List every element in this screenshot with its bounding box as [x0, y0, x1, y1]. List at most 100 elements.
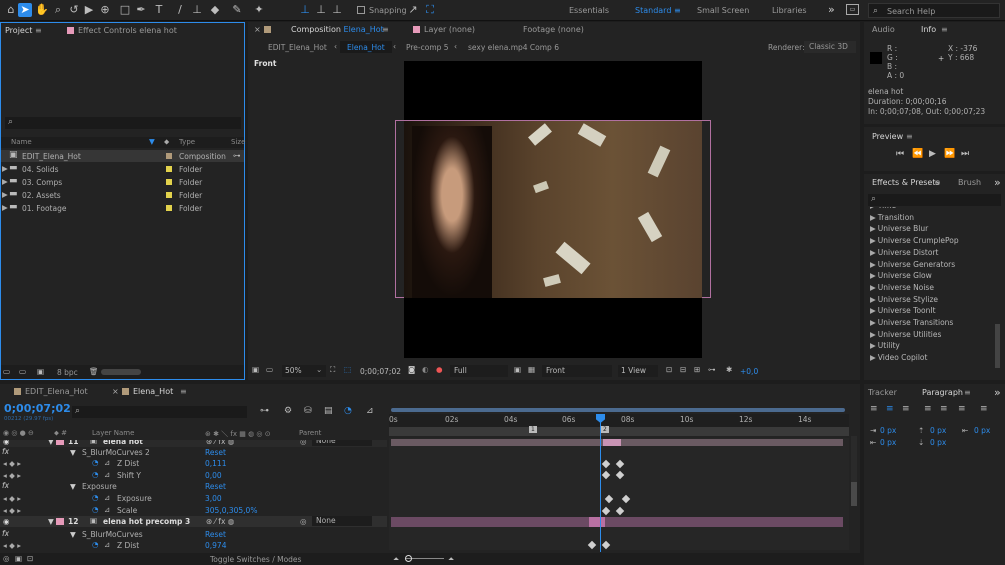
label-tag-icon[interactable]: ⬥	[164, 137, 169, 147]
new-composition-icon[interactable]: ▣	[37, 367, 44, 376]
expand-arrow-icon[interactable]: ▶	[2, 164, 8, 173]
collapse-arrow-icon[interactable]: ▼	[70, 530, 76, 539]
label-color-swatch[interactable]	[166, 153, 172, 159]
exposure-reset-icon[interactable]: ✱	[726, 365, 732, 374]
keyframe-nav-icon[interactable]: ◂ ◆ ▸	[3, 459, 21, 468]
layer-row[interactable]: ◉ ▼ 12 ▣ elena hot precomp 3 ⊛ ⁄ fx ◍ ◎ None	[0, 516, 387, 527]
effect-category[interactable]: ▶ Universe Utilities	[870, 330, 941, 339]
label-color-swatch[interactable]	[166, 166, 172, 172]
tab-effect-controls[interactable]: Effect Controls elena hot	[67, 26, 177, 35]
tab-project[interactable]: Project	[5, 26, 32, 35]
close-icon[interactable]: ×	[254, 25, 261, 34]
paragraph-menu-icon[interactable]: ≡	[964, 388, 971, 397]
workspace-essentials[interactable]: Essentials	[569, 6, 609, 15]
sort-arrow-icon[interactable]: ▼	[149, 137, 155, 146]
preview-menu-icon[interactable]: ≡	[906, 132, 913, 141]
tab-paragraph[interactable]: Paragraph	[922, 388, 963, 397]
tab-elena-hot[interactable]: Elena_Hot	[122, 387, 173, 396]
more-workspaces-icon[interactable]: »	[828, 3, 835, 16]
align-center-icon[interactable]: ≡	[886, 404, 894, 414]
new-folder-icon[interactable]: ▭	[19, 367, 26, 376]
search-toggle-icon[interactable]: ▭	[846, 4, 859, 15]
effect-row[interactable]: fx ▼ S_BlurMoCurves Reset	[0, 529, 387, 540]
project-menu-icon[interactable]: ≡	[35, 26, 42, 35]
more-panels-icon[interactable]: »	[994, 386, 1001, 399]
roto-brush-tool-icon[interactable]: ✎	[230, 3, 244, 17]
collapse-arrow-icon[interactable]: ▼	[48, 440, 54, 446]
property-row[interactable]: ◂ ◆ ▸ ◔ ⊿ Z Dist 0,974	[0, 540, 387, 550]
layer-bar-12[interactable]	[391, 517, 843, 527]
workspace-small-screen[interactable]: Small Screen	[697, 6, 749, 15]
layer-name[interactable]: elena hot	[103, 440, 143, 446]
tab-footage[interactable]: Footage (none)	[523, 25, 584, 34]
motion-blur-icon[interactable]: ◔	[344, 406, 352, 416]
toggle-switches-modes[interactable]: Toggle Switches / Modes	[210, 555, 301, 564]
label-color-swatch[interactable]	[166, 205, 172, 211]
indent-left-value[interactable]: 0 px	[880, 426, 896, 435]
layer-switches-icon[interactable]: ▣	[15, 554, 22, 563]
effect-category[interactable]: ▶ Transition	[870, 213, 914, 222]
project-search-input[interactable]: ⌕	[5, 117, 241, 129]
tab-brush[interactable]: Brush	[958, 178, 981, 187]
property-row[interactable]: ◂ ◆ ▸ ◔ ⊿ Scale 305,0,305,0%	[0, 505, 387, 516]
more-panels-icon[interactable]: »	[994, 176, 1001, 189]
project-item[interactable]: ▶ ▬ 02. Assets Folder	[1, 189, 244, 201]
snap-features-icon[interactable]: ⛶	[423, 3, 437, 17]
pan-behind-tool-icon[interactable]: ⊕	[98, 3, 112, 17]
rotate-tool-icon[interactable]: ↺	[67, 3, 81, 17]
collapse-arrow-icon[interactable]: ▼	[70, 482, 76, 491]
interpret-footage-icon[interactable]: ▭	[3, 367, 10, 376]
exposure-value[interactable]: +0,0	[740, 367, 758, 376]
rectangle-tool-icon[interactable]: □	[118, 3, 132, 17]
timeline-search-input[interactable]: ⌕	[72, 406, 247, 418]
hand-tool-icon[interactable]: ✋	[35, 3, 49, 17]
pick-whip-icon[interactable]: ◎	[300, 517, 307, 526]
visibility-icon[interactable]: ◉	[3, 440, 10, 446]
layer-bar-12-active[interactable]	[589, 517, 605, 527]
effects-scrollbar[interactable]	[995, 324, 1000, 368]
expand-arrow-icon[interactable]: ▶	[2, 177, 8, 186]
fast-previews-icon[interactable]: ⊟	[680, 365, 686, 374]
always-preview-icon[interactable]: ▣	[252, 365, 259, 374]
effect-category[interactable]: ▶ Universe Blur	[870, 224, 928, 233]
effects-search-input[interactable]: ⌕	[868, 194, 1001, 206]
space-before-value[interactable]: 0 px	[930, 426, 946, 435]
layer-label-swatch[interactable]	[56, 518, 64, 525]
camera-view-dropdown[interactable]: Front	[542, 365, 612, 377]
comp-marker-1[interactable]: 1	[529, 426, 537, 433]
tab-layer[interactable]: Layer (none)	[413, 25, 475, 34]
stopwatch-icon[interactable]: ◔	[92, 458, 99, 467]
renderer-dropdown[interactable]: Classic 3D	[804, 41, 856, 53]
label-color-swatch[interactable]	[166, 192, 172, 198]
puppet-tool-icon[interactable]: ✦	[252, 3, 266, 17]
effect-row[interactable]: fx ▼ Exposure Reset	[0, 481, 387, 492]
frame-blending-icon[interactable]: ▤	[324, 406, 333, 416]
column-name[interactable]: Name	[11, 138, 32, 146]
property-value[interactable]: 305,0,305,0%	[205, 506, 257, 515]
keyframe[interactable]	[604, 494, 614, 504]
effect-row[interactable]: fx ▼ S_BlurMoCurves 2 Reset	[0, 447, 387, 458]
region-of-interest-icon[interactable]: ▣	[514, 365, 521, 374]
view-axis-icon[interactable]: ⊥	[330, 3, 344, 17]
column-layer-name[interactable]: Layer Name	[92, 429, 134, 437]
lock-icon[interactable]	[264, 25, 275, 34]
channel-icon[interactable]: ●	[436, 365, 443, 374]
home-icon[interactable]: ⌂	[4, 3, 18, 17]
breadcrumb-item[interactable]: sexy elena.mp4 Comp 6	[468, 43, 559, 52]
type-tool-icon[interactable]: T	[152, 3, 166, 17]
property-row[interactable]: ◂ ◆ ▸ ◔ ⊿ Shift Y 0,00	[0, 470, 387, 481]
close-icon[interactable]: ×	[112, 387, 119, 396]
keyframe[interactable]	[601, 506, 611, 516]
layer-row[interactable]: ◉ ▼ 11 ▣ elena hot ⊛ ⁄ fx ◍ ◎ None	[0, 440, 387, 447]
resolution-dropdown[interactable]: Full	[450, 365, 508, 377]
toggle-pixel-aspect-icon[interactable]: ⊡	[666, 365, 672, 374]
effect-category[interactable]: ▶ Universe Generators	[870, 260, 955, 269]
keyframe-nav-icon[interactable]: ◂ ◆ ▸	[3, 471, 21, 480]
breadcrumb-active[interactable]: Elena_Hot	[340, 41, 392, 53]
tab-info[interactable]: Info	[921, 25, 936, 34]
previous-frame-icon[interactable]: ⏪	[912, 149, 923, 159]
flowchart-icon[interactable]: ⊶	[233, 151, 241, 160]
keyframe-nav-icon[interactable]: ◂ ◆ ▸	[3, 541, 21, 550]
fx-icon[interactable]: fx	[2, 447, 9, 456]
viewer-menu-icon[interactable]: ≡	[382, 25, 389, 34]
